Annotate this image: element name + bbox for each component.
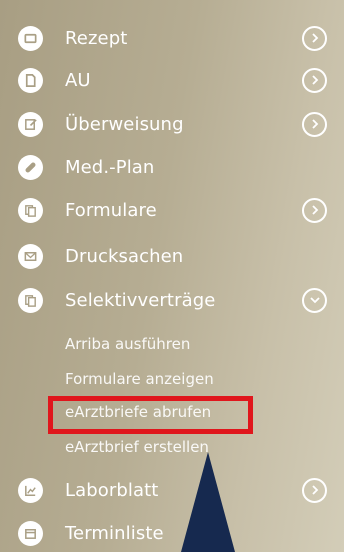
- forms-icon: [18, 197, 43, 223]
- document-icon: [18, 67, 43, 93]
- calendar-icon: [18, 520, 43, 546]
- highlight-box: [48, 396, 253, 434]
- side-menu: Rezept AU Überweisung Med.-Plan Formular…: [0, 0, 344, 552]
- submenu-item-formulare-anzeigen[interactable]: Formulare anzeigen: [65, 370, 214, 388]
- menu-item-drucksachen[interactable]: Drucksachen: [0, 239, 344, 273]
- menu-item-label: Überweisung: [65, 113, 184, 135]
- menu-item-label: Selektivverträge: [65, 289, 216, 311]
- menu-item-au[interactable]: AU: [0, 63, 344, 97]
- lab-chart-icon: [18, 477, 43, 503]
- submenu-item-earztbrief-erstellen[interactable]: eArztbrief erstellen: [65, 438, 209, 456]
- menu-item-label: Formulare: [65, 199, 157, 221]
- menu-item-laborblatt[interactable]: Laborblatt: [0, 473, 344, 507]
- menu-item-label: Laborblatt: [65, 479, 159, 501]
- prescription-icon: [18, 25, 43, 51]
- menu-item-ueberweisung[interactable]: Überweisung: [0, 107, 344, 141]
- chevron-right-icon[interactable]: [302, 67, 327, 93]
- contracts-icon: [18, 287, 43, 313]
- envelope-icon: [18, 243, 43, 269]
- menu-item-formulare[interactable]: Formulare: [0, 193, 344, 227]
- chevron-down-icon[interactable]: [302, 287, 327, 313]
- menu-item-label: Terminliste: [65, 522, 164, 544]
- referral-icon: [18, 111, 43, 137]
- chevron-right-icon[interactable]: [302, 25, 327, 51]
- pill-icon: [18, 154, 43, 180]
- menu-item-label: AU: [65, 69, 91, 91]
- menu-item-selektivvertraege[interactable]: Selektivverträge: [0, 283, 344, 317]
- chevron-right-icon[interactable]: [302, 477, 327, 503]
- menu-item-label: Rezept: [65, 27, 128, 49]
- menu-item-terminliste[interactable]: Terminliste: [0, 516, 344, 550]
- chevron-right-icon[interactable]: [302, 197, 327, 223]
- menu-item-label: Med.-Plan: [65, 156, 155, 178]
- menu-item-med-plan[interactable]: Med.-Plan: [0, 150, 344, 184]
- chevron-right-icon[interactable]: [302, 111, 327, 137]
- menu-item-rezept[interactable]: Rezept: [0, 21, 344, 55]
- menu-item-label: Drucksachen: [65, 245, 184, 267]
- submenu-item-arriba[interactable]: Arriba ausführen: [65, 335, 190, 353]
